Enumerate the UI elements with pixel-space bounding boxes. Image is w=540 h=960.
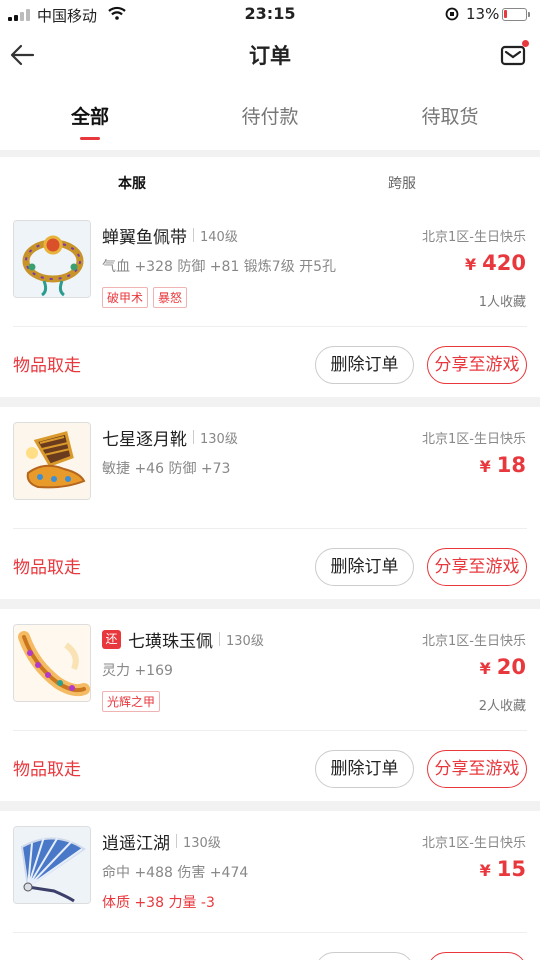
divider <box>0 397 540 407</box>
ring-icon[interactable] <box>13 220 91 298</box>
battery-percent: 13% <box>466 5 500 23</box>
order-card: 还 七璜珠玉佩 130级 北京1区-生日快乐 灵力 +169 ¥20 光辉之甲 … <box>0 609 540 801</box>
item-name[interactable]: 七星逐月靴 <box>102 425 187 450</box>
share-to-game-button[interactable]: 分享至游戏 <box>427 548 527 586</box>
currency-symbol: ¥ <box>465 255 477 274</box>
server-name: 北京1区-生日快乐 <box>422 836 526 851</box>
price-value: 20 <box>496 655 526 679</box>
jade-pendant-icon[interactable] <box>13 624 91 702</box>
clock: 23:15 <box>244 4 296 23</box>
item-attributes: 气血 +328 防御 +81 锻炼7级 开5孔 <box>102 259 337 275</box>
order-card: 七星逐月靴 130级 北京1区-生日快乐 敏捷 +46 防御 +73 ¥18 物… <box>0 407 540 599</box>
returned-badge: 还 <box>102 629 121 649</box>
item-name[interactable]: 七璜珠玉佩 <box>128 627 213 652</box>
delete-order-button[interactable]: 删除订单 <box>315 548 414 586</box>
share-to-game-button[interactable]: 分享至游戏 <box>427 346 527 384</box>
price-value: 18 <box>496 453 526 477</box>
item-attributes-red: 体质 +38 力量 -3 <box>102 895 215 911</box>
item-level: 140级 <box>200 229 238 245</box>
order-status: 物品取走 <box>13 760 81 780</box>
price-value: 15 <box>496 857 526 881</box>
skill-tag: 破甲术 <box>102 287 149 308</box>
tab-pending-payment[interactable]: 待付款 <box>180 102 360 129</box>
item-level: 130级 <box>183 835 221 851</box>
item-price: ¥15 <box>480 857 526 881</box>
favorite-count: 1人收藏 <box>478 295 526 310</box>
skill-tag: 光辉之甲 <box>102 691 161 712</box>
rotation-lock-icon <box>445 7 459 21</box>
boots-icon[interactable] <box>13 422 91 500</box>
divider <box>0 801 540 811</box>
item-level: 130级 <box>226 633 264 649</box>
subtab-cross-server[interactable]: 跨服 <box>388 173 416 193</box>
delete-order-button[interactable]: 删除订单 <box>315 750 414 788</box>
order-status: 物品取走 <box>13 558 81 578</box>
fan-icon[interactable] <box>13 826 91 904</box>
share-to-game-button[interactable] <box>427 952 527 960</box>
delete-order-button[interactable] <box>315 952 414 960</box>
delete-order-button[interactable]: 删除订单 <box>315 346 414 384</box>
server-name: 北京1区-生日快乐 <box>422 230 526 245</box>
currency-symbol: ¥ <box>479 457 491 476</box>
item-name[interactable]: 逍遥江湖 <box>102 829 170 854</box>
divider <box>13 528 527 529</box>
divider <box>13 326 527 327</box>
item-attributes: 敏捷 +46 防御 +73 <box>102 461 231 477</box>
item-attributes: 灵力 +169 <box>102 663 173 679</box>
notification-dot <box>522 40 529 47</box>
divider <box>0 599 540 609</box>
item-price: ¥20 <box>480 655 526 679</box>
order-card: 蝉翼鱼佩带 140级 北京1区-生日快乐 气血 +328 防御 +81 锻炼7级… <box>0 205 540 397</box>
active-tab-indicator <box>80 137 100 140</box>
price-value: 420 <box>482 251 526 275</box>
server-name: 北京1区-生日快乐 <box>422 634 526 649</box>
battery-icon <box>502 8 527 21</box>
favorite-count: 2人收藏 <box>478 699 526 714</box>
order-list: 本服 跨服 蝉翼鱼佩带 140级 北京1区-生日快乐 气血 +328 防御 +8… <box>0 157 540 960</box>
currency-symbol: ¥ <box>479 861 491 880</box>
skill-tag: 暴怒 <box>153 287 188 308</box>
divider <box>13 932 527 933</box>
tab-all[interactable]: 全部 <box>0 102 180 129</box>
subtab-this-server[interactable]: 本服 <box>118 173 146 193</box>
item-price: ¥420 <box>465 251 526 275</box>
skill-tags: 光辉之甲 <box>102 691 165 712</box>
page-title: 订单 <box>249 44 291 68</box>
status-bar: 中国移动 23:15 13% <box>0 0 540 30</box>
order-tabs: 全部 待付款 待取货 <box>0 80 540 150</box>
nav-header: 订单 <box>0 30 540 80</box>
server-name: 北京1区-生日快乐 <box>422 432 526 447</box>
item-name[interactable]: 蝉翼鱼佩带 <box>102 223 187 248</box>
divider <box>13 730 527 731</box>
skill-tags: 破甲术 暴怒 <box>102 287 192 308</box>
item-level: 130级 <box>200 431 238 447</box>
order-card: 逍遥江湖 130级 北京1区-生日快乐 命中 +488 伤害 +474 体质 +… <box>0 811 540 960</box>
order-status: 物品取走 <box>13 356 81 376</box>
currency-symbol: ¥ <box>479 659 491 678</box>
tab-pending-pickup[interactable]: 待取货 <box>360 102 540 129</box>
share-to-game-button[interactable]: 分享至游戏 <box>427 750 527 788</box>
item-attributes: 命中 +488 伤害 +474 <box>102 865 249 881</box>
item-price: ¥18 <box>480 453 526 477</box>
